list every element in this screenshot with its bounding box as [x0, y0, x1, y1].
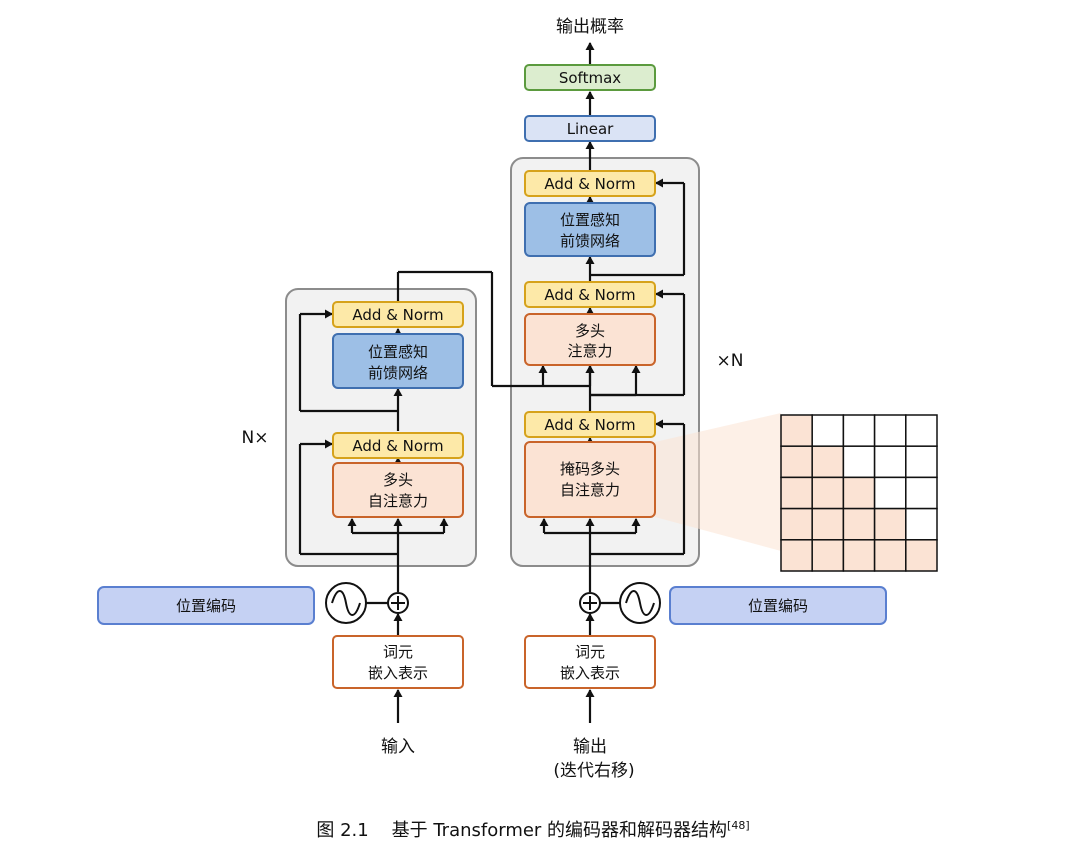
mask-cell-visible: [780, 476, 813, 510]
mask-cell-visible: [780, 445, 813, 479]
encoder-positional-encoding-label: 位置编码: [176, 597, 236, 615]
mask-cell-masked: [873, 445, 907, 479]
decoder-add-icon: [579, 592, 601, 614]
decoder-ffn-label-2: 前馈网络: [560, 232, 620, 250]
encoder-ffn-label-1: 位置感知: [368, 343, 428, 361]
encoder-embedding-label-1: 词元: [383, 643, 413, 661]
decoder-masked-attention-label-2: 自注意力: [560, 481, 620, 499]
encoder-input-label: 输入: [381, 737, 415, 757]
mask-cell-visible: [905, 539, 938, 572]
output-probabilities-label: 输出概率: [556, 17, 624, 37]
mask-cell-masked: [811, 414, 845, 447]
mask-cell-visible: [811, 539, 845, 572]
encoder-sine-icon: [325, 582, 367, 624]
softmax-label: Softmax: [559, 69, 621, 87]
mask-cell-visible: [811, 476, 845, 510]
mask-cell-visible: [780, 507, 813, 541]
decoder-repeat-label: ×N: [717, 351, 744, 371]
mask-cell-visible: [842, 507, 876, 541]
attention-mask-matrix: [780, 414, 938, 572]
encoder-stack: [285, 288, 477, 567]
mask-cell-masked: [905, 507, 938, 541]
decoder-masked-attention-box: [524, 441, 656, 518]
mask-cell-masked: [842, 414, 876, 447]
figure-caption: 图 2.1 基于 Transformer 的编码器和解码器结构[48]: [0, 816, 1066, 842]
encoder-ffn-label-2: 前馈网络: [368, 364, 428, 382]
decoder-ffn-label-1: 位置感知: [560, 211, 620, 229]
decoder-input-label-2: (迭代右移): [553, 761, 634, 781]
linear-label: Linear: [567, 120, 614, 138]
decoder-add-norm-3-label: Add & Norm: [544, 175, 635, 193]
mask-cell-visible: [811, 507, 845, 541]
encoder-self-attention-label-2: 自注意力: [368, 492, 428, 510]
encoder-add-norm-1-label: Add & Norm: [352, 437, 443, 455]
mask-cell-visible: [780, 539, 813, 572]
figure-number: 图 2.1: [316, 820, 369, 841]
decoder-add-norm-2-label: Add & Norm: [544, 286, 635, 304]
mask-cell-masked: [905, 476, 938, 510]
decoder-sine-icon: [619, 582, 661, 624]
mask-cell-visible: [842, 476, 876, 510]
mask-cell-visible: [842, 539, 876, 572]
encoder-add-norm-2-label: Add & Norm: [352, 306, 443, 324]
encoder-embedding-label-2: 嵌入表示: [368, 664, 428, 682]
decoder-embedding-label-2: 嵌入表示: [560, 664, 620, 682]
decoder-masked-attention-label-1: 掩码多头: [560, 460, 620, 478]
mask-cell-visible: [780, 414, 813, 447]
mask-cell-visible: [873, 507, 907, 541]
mask-cell-visible: [811, 445, 845, 479]
decoder-cross-attention-label-2: 注意力: [567, 342, 612, 360]
encoder-self-attention-label-1: 多头: [383, 471, 413, 489]
decoder-input-label-1: 输出: [573, 737, 607, 757]
decoder-positional-encoding-label: 位置编码: [748, 597, 808, 615]
mask-cell-masked: [873, 476, 907, 510]
mask-cell-masked: [905, 414, 938, 447]
decoder-cross-attention-label-1: 多头: [575, 322, 605, 340]
mask-cell-masked: [905, 445, 938, 479]
transformer-diagram: 词元 嵌入表示 位置编码 多头 自注意力 Add & Norm 位置感知 前馈网…: [97, 17, 938, 781]
encoder-add-icon: [387, 592, 409, 614]
figure-caption-text: 基于 Transformer 的编码器和解码器结构: [391, 820, 728, 841]
mask-cell-masked: [842, 445, 876, 479]
encoder-repeat-label: N×: [242, 428, 269, 448]
decoder-add-norm-1-label: Add & Norm: [544, 416, 635, 434]
figure-reference: [48]: [727, 819, 750, 832]
mask-cell-visible: [873, 539, 907, 572]
decoder-embedding-label-1: 词元: [575, 643, 605, 661]
mask-cell-masked: [873, 414, 907, 447]
